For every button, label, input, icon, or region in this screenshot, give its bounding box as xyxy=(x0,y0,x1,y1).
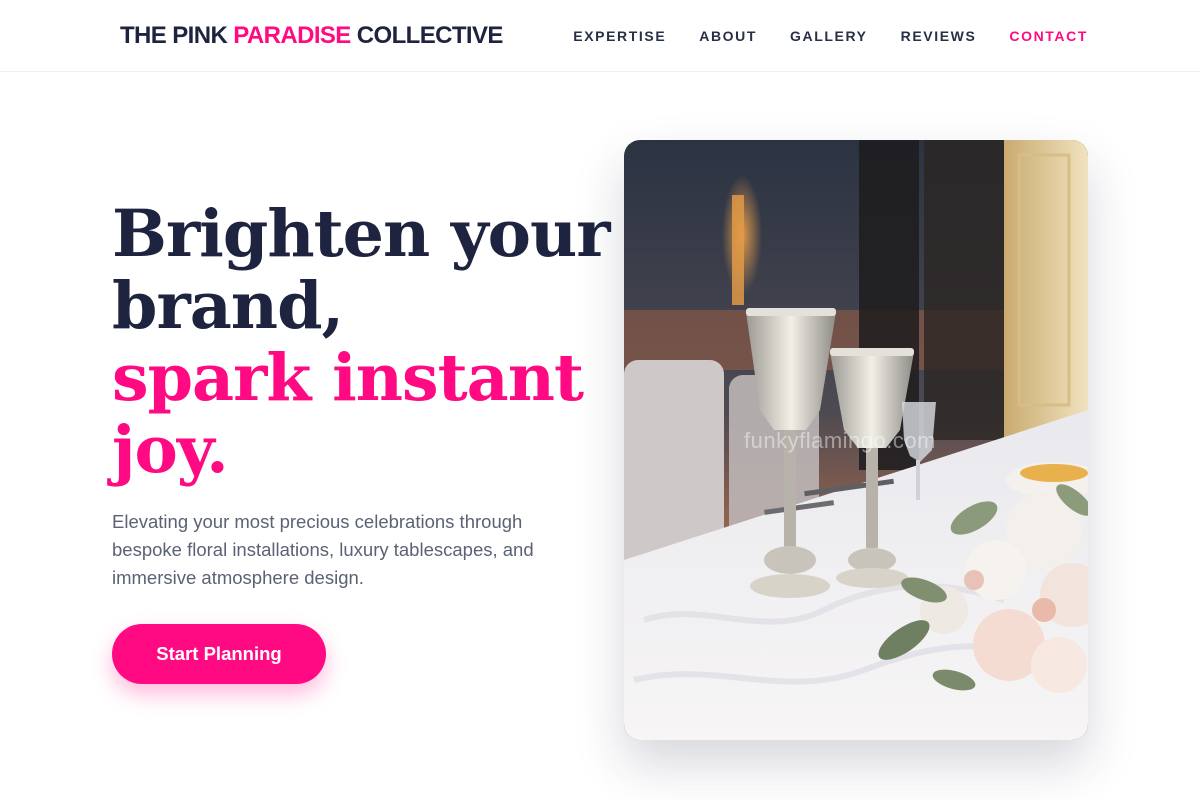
headline-line-3: spark instant xyxy=(112,340,584,416)
logo-text-start: THE PINK xyxy=(120,22,234,49)
image-watermark: funkyflamingo.com xyxy=(744,428,936,453)
logo-text-accent: PARADISE xyxy=(233,22,351,49)
main-nav: EXPERTISE ABOUT GALLERY REVIEWS CONTACT xyxy=(540,24,1088,48)
nav-item-expertise[interactable]: EXPERTISE xyxy=(573,24,666,48)
headline-line-2: brand, xyxy=(112,268,344,344)
logo-text-end: COLLECTIVE xyxy=(350,22,504,49)
hero-subtext: Elevating your most precious celebration… xyxy=(112,511,534,588)
headline-line-4: joy. xyxy=(112,412,229,488)
nav-item-reviews[interactable]: REVIEWS xyxy=(901,24,977,48)
headline-line-1: Brighten your xyxy=(112,196,610,272)
nav-item-gallery[interactable]: GALLERY xyxy=(790,24,868,48)
brand-logo[interactable]: THE PINK PARADISE COLLECTIVE xyxy=(120,20,503,52)
start-planning-button[interactable]: Start Planning xyxy=(112,624,326,684)
hero-headline: Brighten your brand, spark instant joy. xyxy=(112,196,610,488)
nav-item-about[interactable]: ABOUT xyxy=(699,24,757,48)
nav-item-contact[interactable]: CONTACT xyxy=(1009,24,1088,48)
site-header: THE PINK PARADISE COLLECTIVE EXPERTISE A… xyxy=(0,0,1200,72)
hero-image: funkyflamingo.com xyxy=(624,140,1088,740)
